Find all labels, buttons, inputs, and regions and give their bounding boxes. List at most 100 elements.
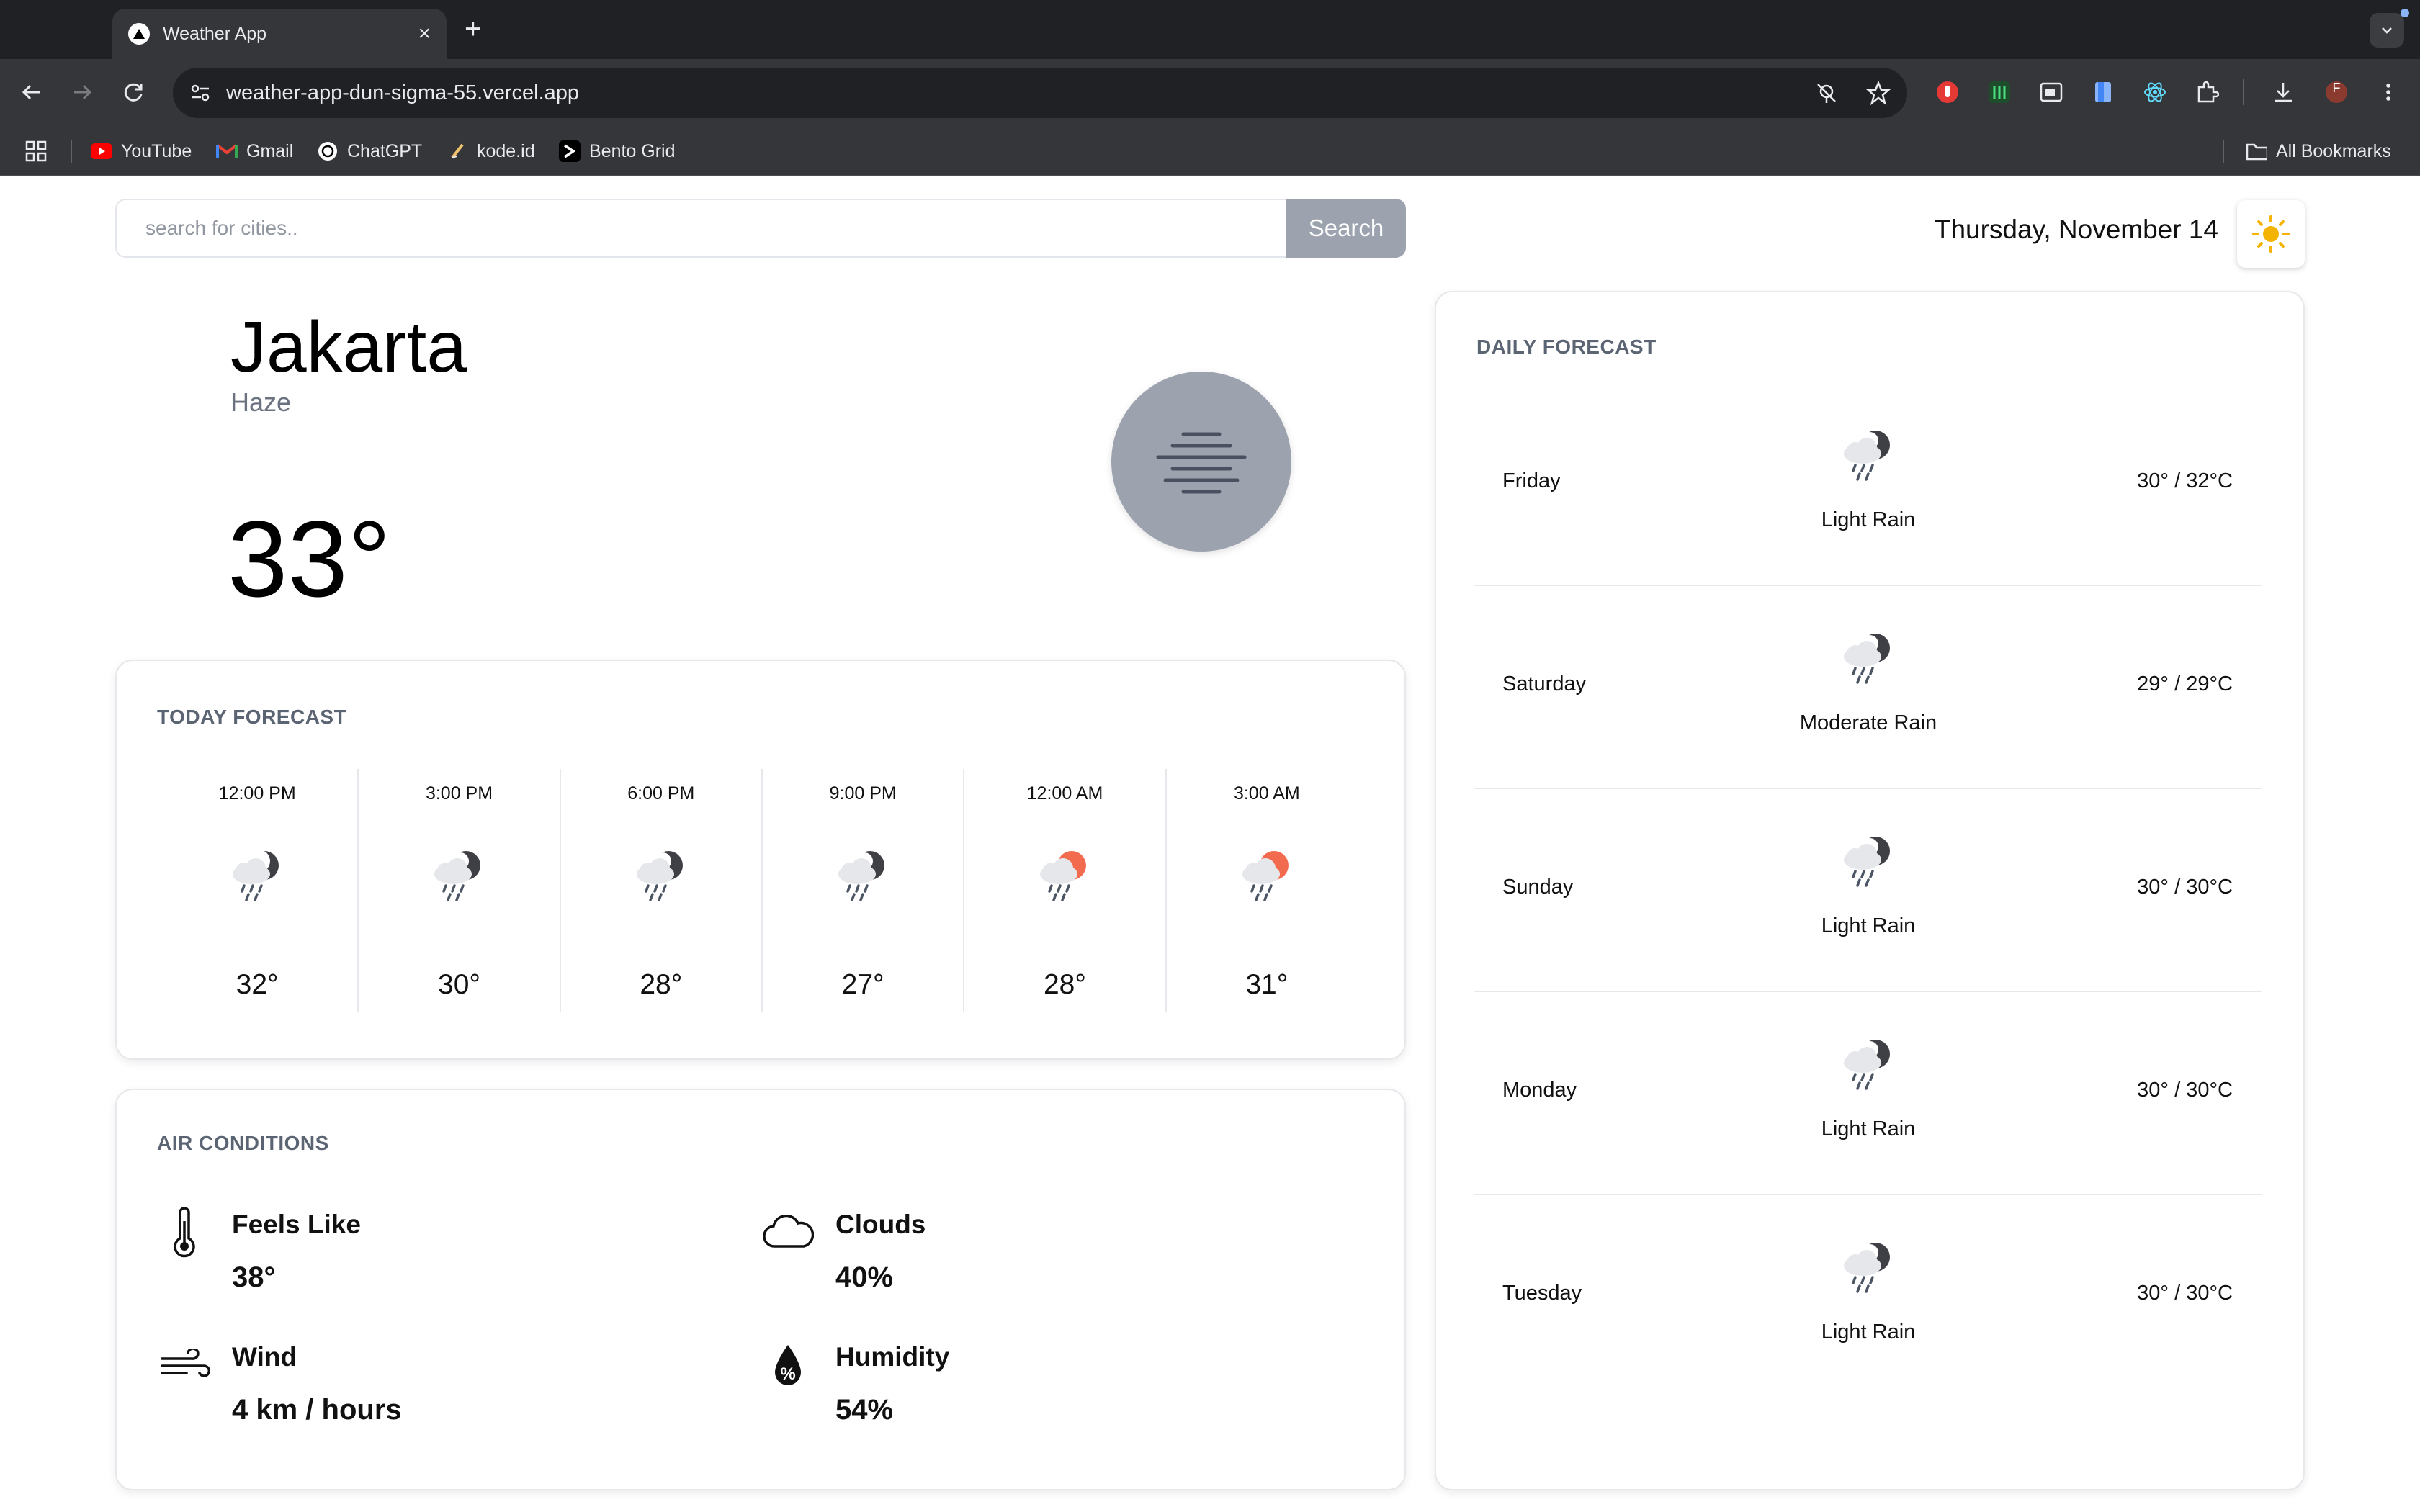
svg-text:%: % [780,1364,795,1384]
day-temperature: 30° / 32°C [2137,469,2233,492]
wind-label: Wind [232,1342,297,1372]
weather-condition: Haze [230,387,292,417]
apps-grid-icon[interactable] [24,138,48,164]
wind-icon [157,1338,212,1392]
youtube-icon [91,140,112,162]
reload-button[interactable] [117,75,151,109]
bookmarks-divider [71,140,72,163]
download-icon[interactable] [2267,76,2299,108]
daily-item: Monday Light Rain 30° / 30°C [1474,992,2262,1195]
day-name: Sunday [1502,876,1574,899]
daily-item: Tuesday Light Rain 30° / 30°C [1474,1195,2262,1398]
sun-rain-icon [1040,851,1087,901]
sun-icon [2252,215,2290,253]
hourly-item: 9:00 PM 27° [763,769,965,1012]
tab-weather-app[interactable]: Weather App × [112,9,447,59]
night-rain-icon [1844,837,1890,887]
tracking-off-icon[interactable] [1814,80,1839,109]
hourly-item: 6:00 PM 28° [561,769,763,1012]
bookmark-kode-id[interactable]: kode.id [447,138,535,164]
search-button[interactable]: Search [1286,199,1406,258]
avatar[interactable]: F [2321,76,2352,108]
arrow-left-icon [22,84,40,100]
bookmark-chatgpt[interactable]: ChatGPT [317,138,422,164]
arrow-right-icon [74,84,92,100]
kode-icon [447,140,468,162]
hour-temp: 31° [1245,969,1289,1000]
hour-time: 3:00 AM [1233,783,1300,804]
bento-icon [559,140,581,162]
night-rain-icon [434,851,481,901]
extension-doc-icon[interactable] [2087,76,2119,108]
wind-value: 4 km / hours [232,1394,402,1426]
cloud-icon [761,1205,815,1260]
day-temperature: 29° / 29°C [2137,672,2233,696]
extension-green-icon[interactable] [1984,76,2015,108]
night-rain-icon [233,850,279,901]
bookmark-gmail[interactable]: Gmail [216,138,293,164]
bookmark-label: Bento Grid [589,140,676,161]
hourly-item: 12:00 PM 32° [157,769,359,1012]
toolbar-divider [2243,79,2244,105]
hour-time: 3:00 PM [425,783,493,804]
bookmark-youtube[interactable]: YouTube [91,138,192,164]
thermometer-icon [157,1205,212,1260]
clouds-value: 40% [835,1261,894,1293]
search-input[interactable] [115,199,1288,258]
hourly-item: 3:00 PM 30° [359,769,561,1012]
tab-title: Weather App [163,23,267,44]
avatar-initial: F [2332,81,2341,95]
night-rain-icon [1844,431,1890,481]
hour-time: 9:00 PM [829,783,897,804]
bookmark-bento-grid[interactable]: Bento Grid [559,138,676,164]
notification-dot [2401,9,2409,17]
new-tab-button[interactable]: + [465,13,481,45]
browser-window: Weather App × + weather-app-dun-sigma-55… [0,0,2420,1512]
day-description: Light Rain [1821,1117,1916,1140]
all-bookmarks[interactable]: All Bookmarks [2246,138,2391,164]
close-icon[interactable]: × [418,23,431,45]
day-description: Light Rain [1821,508,1916,531]
extension-red-icon[interactable] [1932,76,1963,108]
url-text: weather-app-dun-sigma-55.vercel.app [226,81,580,104]
day-description: Light Rain [1821,1320,1916,1344]
haze-icon [1156,432,1247,494]
hourly-forecast-list: 12:00 PM 32° 3:00 PM 30° 6:00 PM 28° 9:0… [157,769,1367,1012]
bookmark-label: Gmail [246,140,294,161]
bookmark-star-icon[interactable] [1865,80,1891,109]
address-bar[interactable]: weather-app-dun-sigma-55.vercel.app [173,68,1907,118]
day-name: Monday [1502,1079,1577,1102]
day-name: Tuesday [1502,1282,1582,1305]
current-date: Thursday, November 14 [1934,215,2218,244]
theme-toggle-button[interactable] [2237,200,2305,268]
hour-temp: 28° [1043,969,1086,1000]
more-vert-icon[interactable] [2372,76,2404,108]
chatgpt-icon [317,140,339,162]
hourly-item: 3:00 AM 31° [1167,769,1367,1012]
gmail-icon [216,140,238,162]
folder-icon [2246,140,2267,162]
daily-forecast-list: Friday Light Rain 30° / 32°C Saturday Mo… [1435,291,2305,1490]
hour-time: 12:00 AM [1026,783,1103,804]
day-name: Saturday [1502,672,1587,696]
bookmarks-divider-right [2223,140,2224,163]
chevron-down-icon [2382,27,2392,34]
extension-window-icon[interactable] [2035,76,2067,108]
day-temperature: 30° / 30°C [2137,1282,2233,1305]
hour-time: 6:00 PM [627,783,695,804]
tab-search-button[interactable] [2370,13,2404,48]
city-name: Jakarta [230,307,467,387]
humidity-drop-icon: % [761,1338,815,1392]
react-devtools-icon[interactable] [2139,76,2171,108]
back-button[interactable] [14,75,49,109]
site-settings-icon[interactable] [187,80,213,109]
hour-time: 12:00 PM [218,783,296,804]
browser-toolbar: weather-app-dun-sigma-55.vercel.app F [0,59,2420,127]
vercel-icon [128,23,150,45]
air-conditions-card: AIR CONDITIONS Feels Like 38° Clouds 40%… [115,1089,1406,1490]
night-rain-icon [838,851,885,901]
day-name: Friday [1502,469,1561,492]
forward-button[interactable] [65,75,99,109]
clouds-label: Clouds [835,1210,926,1239]
extensions-puzzle-icon[interactable] [2191,76,2223,108]
